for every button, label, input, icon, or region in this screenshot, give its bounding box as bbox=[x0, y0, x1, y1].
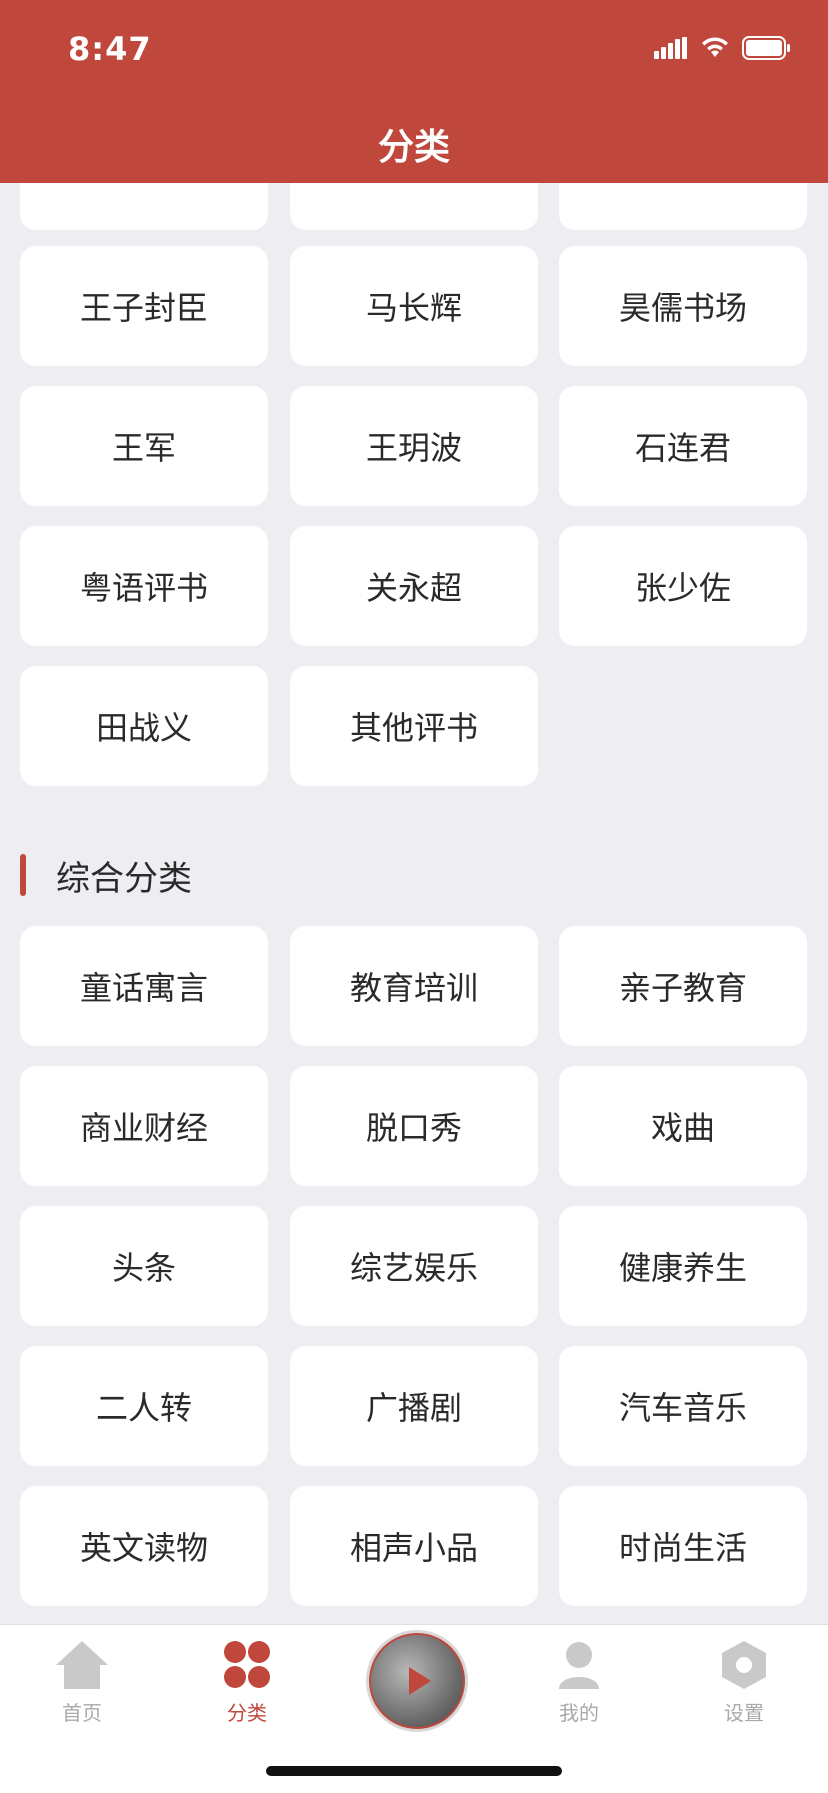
home-indicator bbox=[266, 1766, 562, 1776]
play-icon bbox=[409, 1667, 431, 1695]
category-card[interactable]: 健康养生 bbox=[559, 1206, 807, 1326]
section-header: 综合分类 bbox=[20, 854, 192, 899]
settings-icon bbox=[722, 1641, 766, 1689]
tab-label: 设置 bbox=[724, 1701, 764, 1725]
section-title: 综合分类 bbox=[56, 858, 192, 899]
category-card[interactable]: 张少佐 bbox=[559, 526, 807, 646]
category-card[interactable]: 马长辉 bbox=[290, 246, 538, 366]
tab-label: 首页 bbox=[62, 1701, 102, 1725]
category-card[interactable]: 二人转 bbox=[20, 1346, 268, 1466]
tab-settings[interactable]: 设置 bbox=[684, 1639, 804, 1726]
category-card[interactable]: 石连君 bbox=[559, 386, 807, 506]
category-card[interactable]: 王军 bbox=[20, 386, 268, 506]
tab-home[interactable]: 首页 bbox=[22, 1639, 142, 1726]
category-card[interactable]: 关永超 bbox=[290, 526, 538, 646]
tab-mine[interactable]: 我的 bbox=[519, 1639, 639, 1726]
signal-icon bbox=[654, 37, 687, 59]
category-card[interactable]: 戏曲 bbox=[559, 1066, 807, 1186]
category-card[interactable]: 商业财经 bbox=[20, 1066, 268, 1186]
category-card[interactable]: 头条 bbox=[20, 1206, 268, 1326]
wifi-icon bbox=[702, 37, 728, 57]
category-card[interactable]: 田战义 bbox=[20, 666, 268, 786]
category-card[interactable]: 其他评书 bbox=[290, 666, 538, 786]
app-header: 8:47 分类 bbox=[0, 0, 828, 183]
category-card[interactable]: 综艺娱乐 bbox=[290, 1206, 538, 1326]
category-card[interactable]: 童话寓言 bbox=[20, 926, 268, 1046]
category-card[interactable]: 时尚生活 bbox=[559, 1486, 807, 1606]
home-icon bbox=[56, 1641, 108, 1689]
category-content: 王子封臣 马长辉 昊儒书场 王军 王玥波 石连君 粤语评书 关永超 张少佐 田战… bbox=[0, 0, 828, 1792]
category-card[interactable]: 王子封臣 bbox=[20, 246, 268, 366]
category-card[interactable]: 汽车音乐 bbox=[559, 1346, 807, 1466]
category-icon bbox=[224, 1641, 270, 1688]
category-card[interactable]: 粤语评书 bbox=[20, 526, 268, 646]
status-icons bbox=[654, 36, 792, 60]
tab-category[interactable]: 分类 bbox=[187, 1639, 307, 1726]
battery-icon bbox=[742, 36, 790, 60]
status-time: 8:47 bbox=[68, 30, 152, 68]
tab-label: 分类 bbox=[227, 1701, 267, 1725]
category-card[interactable]: 英文读物 bbox=[20, 1486, 268, 1606]
category-card[interactable]: 亲子教育 bbox=[559, 926, 807, 1046]
page-title: 分类 bbox=[377, 127, 450, 168]
category-card[interactable]: 王玥波 bbox=[290, 386, 538, 506]
category-card[interactable]: 广播剧 bbox=[290, 1346, 538, 1466]
category-card[interactable]: 脱口秀 bbox=[290, 1066, 538, 1186]
tab-label: 我的 bbox=[559, 1701, 599, 1725]
category-card[interactable]: 相声小品 bbox=[290, 1486, 538, 1606]
player-disc-button[interactable] bbox=[366, 1630, 468, 1732]
user-icon bbox=[559, 1642, 599, 1689]
category-card[interactable]: 昊儒书场 bbox=[559, 246, 807, 366]
category-card[interactable]: 教育培训 bbox=[290, 926, 538, 1046]
section-accent-bar bbox=[20, 854, 26, 896]
